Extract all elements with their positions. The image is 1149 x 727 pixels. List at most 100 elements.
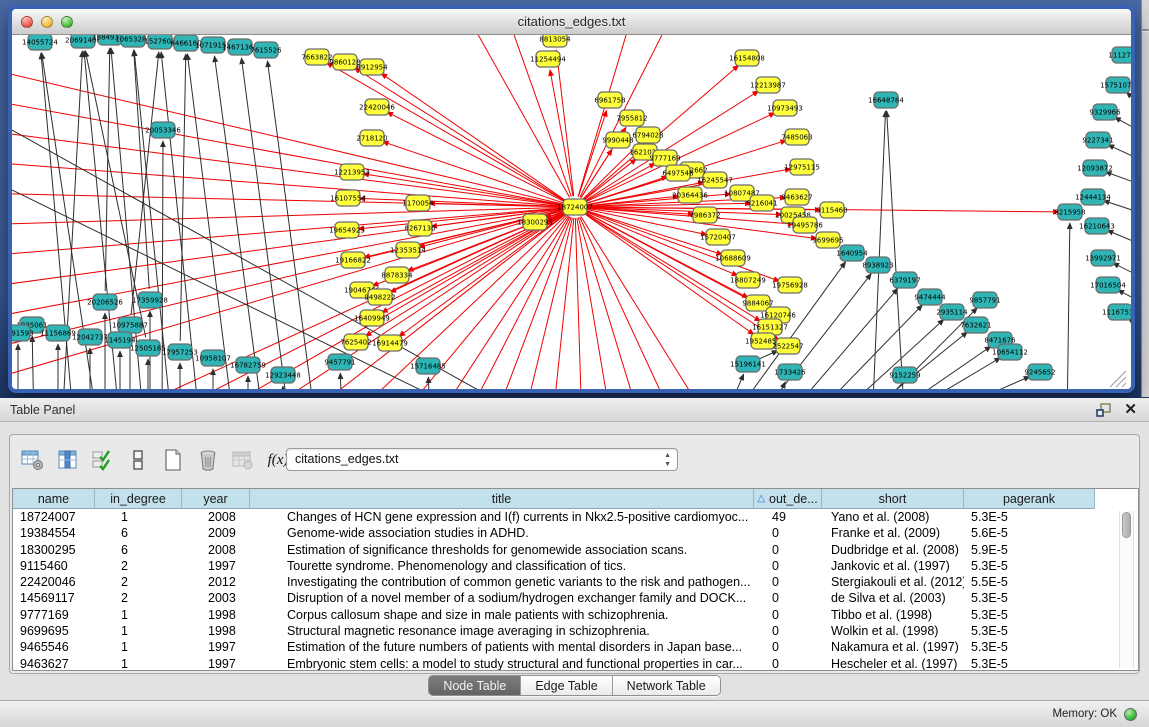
- network-node[interactable]: 8938923: [862, 257, 893, 273]
- network-node[interactable]: 6961758: [594, 92, 625, 108]
- table-row[interactable]: 911546021997Tourette syndrome. Phenomeno…: [13, 558, 1138, 574]
- column-header-name[interactable]: name: [13, 489, 95, 509]
- network-node[interactable]: 16782759: [230, 357, 266, 373]
- minimize-button[interactable]: [41, 16, 53, 28]
- network-node[interactable]: 6379197: [889, 272, 920, 288]
- network-node[interactable]: 9152259: [889, 367, 920, 383]
- table-row[interactable]: 969969511998Structural magnetic resonanc…: [13, 623, 1138, 639]
- network-node[interactable]: 11254494: [530, 51, 566, 67]
- network-node[interactable]: 9990448: [602, 132, 633, 148]
- network-node[interactable]: 6794028: [632, 127, 663, 143]
- network-node[interactable]: 12213953: [334, 164, 370, 180]
- network-node[interactable]: 9498222: [364, 289, 395, 305]
- network-node[interactable]: 1640954: [836, 245, 868, 261]
- network-node[interactable]: 12093872: [1077, 160, 1113, 176]
- network-node[interactable]: 15716485: [410, 358, 446, 374]
- network-node[interactable]: 12923448: [265, 367, 301, 383]
- zoom-button[interactable]: [61, 16, 73, 28]
- network-node[interactable]: 13992971: [1085, 250, 1121, 266]
- network-node[interactable]: 12042737: [72, 329, 108, 345]
- table-row[interactable]: 2242004622012Investigating the contribut…: [13, 574, 1138, 590]
- network-node[interactable]: 2522547: [772, 338, 803, 354]
- select-columns-button[interactable]: [90, 447, 116, 473]
- network-node[interactable]: 12975115: [784, 159, 820, 175]
- network-node[interactable]: 8878334: [381, 267, 413, 283]
- network-node[interactable]: 7615526: [250, 42, 282, 58]
- network-node[interactable]: 9857791: [969, 292, 1000, 308]
- table-row[interactable]: 946362711997Embryonic stem cells: a mode…: [13, 656, 1138, 671]
- table-row[interactable]: 1830029562008Estimation of significance …: [13, 542, 1138, 558]
- column-header-pagerank[interactable]: pagerank: [964, 489, 1095, 509]
- show-columns-button[interactable]: [55, 447, 81, 473]
- column-header-short[interactable]: short: [822, 489, 964, 509]
- network-node[interactable]: 20053346: [145, 122, 181, 138]
- network-node[interactable]: 20206526: [87, 294, 123, 310]
- delete-table-button[interactable]: [230, 447, 256, 473]
- network-node[interactable]: 7986372: [689, 207, 720, 223]
- network-node[interactable]: 16154808: [729, 50, 765, 66]
- network-node[interactable]: 9474444: [914, 289, 946, 305]
- create-column-button[interactable]: [160, 447, 186, 473]
- network-node[interactable]: 19166822: [335, 252, 371, 268]
- column-header-out-degree[interactable]: △ out_de...: [754, 489, 822, 509]
- network-node[interactable]: 1733426: [774, 364, 806, 380]
- network-node[interactable]: 15751074: [1100, 77, 1131, 93]
- network-node[interactable]: 7955812: [616, 110, 647, 126]
- network-view-window[interactable]: citations_edges.txt 14055724206914061884…: [8, 5, 1135, 393]
- network-node[interactable]: 22420046: [359, 99, 395, 115]
- network-node[interactable]: 16648784: [868, 92, 904, 108]
- network-node[interactable]: 7625402: [340, 334, 371, 350]
- column-header-title[interactable]: title: [250, 489, 754, 509]
- table-row[interactable]: 1456911722003Disruption of a novel membe…: [13, 590, 1138, 606]
- network-node[interactable]: 10688609: [715, 250, 751, 266]
- network-node[interactable]: 1112753: [1108, 47, 1131, 63]
- network-canvas[interactable]: 1405572420691406188493131065328715276026…: [12, 35, 1131, 389]
- table-row[interactable]: 946554611997Estimation of the future num…: [13, 639, 1138, 655]
- network-node[interactable]: 9329966: [1089, 104, 1121, 120]
- delete-column-button[interactable]: [195, 447, 221, 473]
- float-panel-icon[interactable]: [1096, 403, 1112, 417]
- table-row[interactable]: 977716911998Corpus callosum shape and si…: [13, 607, 1138, 623]
- network-node[interactable]: 17016504: [1090, 277, 1126, 293]
- network-node[interactable]: 8912954: [356, 59, 388, 75]
- network-node[interactable]: 8267130: [404, 220, 435, 236]
- table-row[interactable]: 1872400712008Changes of HCN gene express…: [13, 509, 1138, 525]
- tab-edge-table[interactable]: Edge Table: [521, 676, 612, 695]
- network-node[interactable]: 6216041: [746, 195, 777, 211]
- network-node[interactable]: 9463627: [781, 189, 812, 205]
- scrollbar-thumb[interactable]: [1122, 512, 1131, 538]
- network-node[interactable]: 1170054: [402, 195, 434, 211]
- network-node[interactable]: 19756928: [772, 277, 808, 293]
- row-height-button[interactable]: [125, 447, 151, 473]
- column-header-year[interactable]: year: [182, 489, 250, 509]
- tab-node-table[interactable]: Node Table: [429, 676, 521, 695]
- resize-grip-icon[interactable]: [1110, 371, 1126, 387]
- close-button[interactable]: [21, 16, 33, 28]
- network-node[interactable]: 9699695: [812, 232, 843, 248]
- network-node[interactable]: 16107554: [330, 190, 366, 206]
- network-node[interactable]: 15720407: [700, 229, 736, 245]
- network-graph[interactable]: 1405572420691406188493131065328715276026…: [12, 35, 1131, 389]
- network-node[interactable]: 7663822: [301, 49, 332, 65]
- network-node[interactable]: 9227341: [1082, 132, 1113, 148]
- tab-network-table[interactable]: Network Table: [613, 676, 720, 695]
- network-node[interactable]: 12213987: [750, 77, 786, 93]
- network-node[interactable]: 2718120: [356, 130, 387, 146]
- network-node[interactable]: 11167531: [1102, 304, 1131, 320]
- column-header-in-degree[interactable]: in_degree: [95, 489, 182, 509]
- window-titlebar[interactable]: citations_edges.txt: [12, 9, 1131, 35]
- network-node[interactable]: 8215958: [1054, 204, 1085, 220]
- table-selector[interactable]: citations_edges.txt ▲▼: [286, 448, 678, 471]
- network-node[interactable]: 7632621: [960, 317, 991, 333]
- network-node[interactable]: 9115460: [816, 202, 847, 218]
- table-row[interactable]: 1938455462009Genome-wide association stu…: [13, 525, 1138, 541]
- network-node[interactable]: 2935114: [936, 304, 968, 320]
- table-settings-button[interactable]: [20, 447, 46, 473]
- network-node[interactable]: 14055724: [22, 35, 58, 50]
- network-node[interactable]: 9457791: [324, 354, 355, 370]
- network-node[interactable]: 12444134: [1075, 189, 1111, 205]
- network-node[interactable]: 8813054: [539, 35, 571, 47]
- network-node[interactable]: 9777169: [649, 150, 680, 166]
- network-node[interactable]: 9245652: [1024, 364, 1055, 380]
- table-vertical-scrollbar[interactable]: [1119, 511, 1134, 668]
